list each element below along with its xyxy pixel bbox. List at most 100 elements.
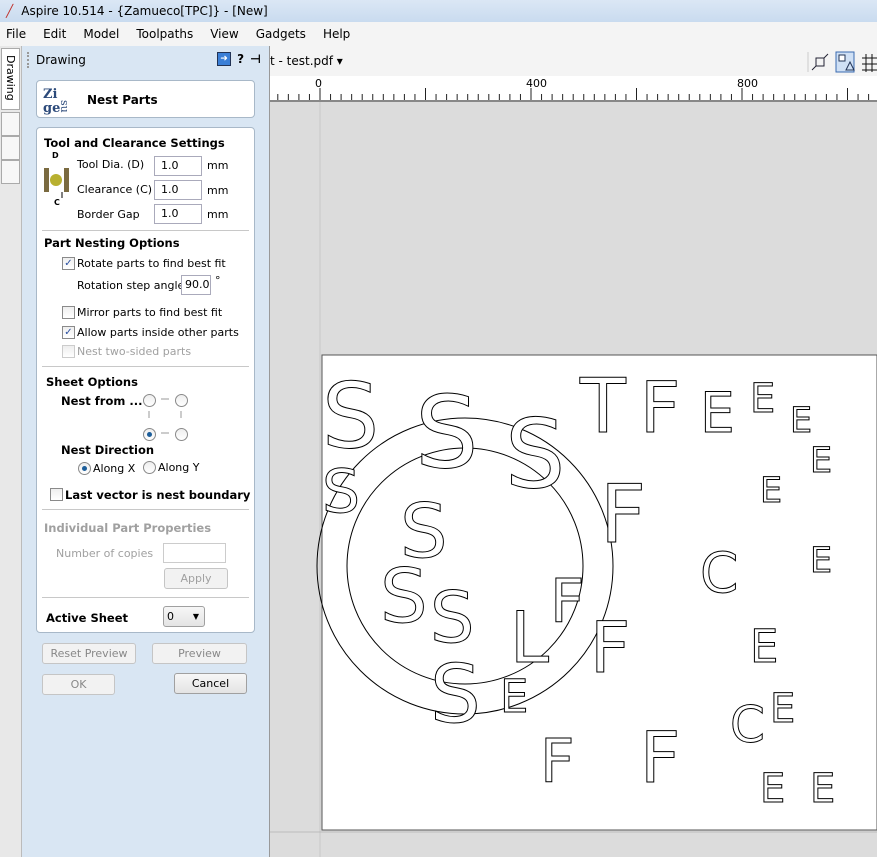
menu-file[interactable]: File [6, 27, 26, 41]
allow-inside-checkbox[interactable]: ✓ [62, 326, 75, 339]
clearance-input[interactable]: 1.0 [154, 180, 202, 200]
divider [42, 230, 249, 231]
ruler-label: 800 [737, 77, 758, 90]
divider [42, 509, 249, 510]
tool-section-heading: Tool and Clearance Settings [44, 136, 225, 150]
mirror-checkbox[interactable] [62, 306, 75, 319]
rotation-step-label: Rotation step angle [77, 279, 185, 292]
nested-part: S [430, 648, 481, 741]
nested-part: E [810, 441, 832, 481]
nested-part: E [810, 766, 835, 812]
border-gap-unit: mm [207, 208, 229, 221]
nested-part: C [730, 696, 765, 754]
copies-spinner[interactable] [163, 543, 226, 563]
fit-view-icon[interactable] [811, 53, 829, 71]
tab-2[interactable] [1, 112, 20, 136]
menu-edit[interactable]: Edit [43, 27, 66, 41]
nested-part: F [640, 367, 680, 449]
menu-toolpaths[interactable]: Toolpaths [136, 27, 193, 41]
panel-title: Nest Parts [87, 93, 158, 107]
nested-part: F [600, 468, 646, 561]
menu-model[interactable]: Model [83, 27, 119, 41]
tab-drawing-label: Drawing [4, 55, 17, 101]
active-sheet-label: Active Sheet [46, 611, 129, 625]
last-vector-label: Last vector is nest boundary [65, 488, 251, 502]
ok-button[interactable]: OK [42, 674, 115, 695]
two-sided-checkbox[interactable] [62, 345, 75, 358]
tab-3[interactable] [1, 136, 20, 160]
panel-header: Drawing ➜ ? ⊣ [22, 46, 269, 74]
nested-part: E [760, 471, 782, 511]
ruler-label: 400 [526, 77, 547, 90]
tab-4[interactable] [1, 160, 20, 184]
rotate-checkbox[interactable]: ✓ [62, 257, 75, 270]
reset-preview-button[interactable]: Reset Preview [42, 643, 136, 664]
menu-bar: File Edit Model Toolpaths View Gadgets H… [0, 22, 877, 46]
sheet-view-icon[interactable] [835, 51, 855, 73]
clearance-label: Clearance (C) [77, 183, 153, 196]
nested-part: T [579, 362, 627, 450]
nested-part: F [540, 727, 575, 797]
cancel-button[interactable]: Cancel [174, 673, 247, 694]
tab-drawing[interactable]: Drawing [1, 48, 20, 110]
menu-gadgets[interactable]: Gadgets [256, 27, 306, 41]
divider [42, 366, 249, 367]
apply-button[interactable]: Apply [164, 568, 228, 589]
diagram-c-label: C [54, 198, 60, 206]
nested-part: C [700, 541, 738, 605]
border-gap-input[interactable]: 1.0 [154, 204, 202, 224]
tool-dia-input[interactable]: 1.0 [154, 156, 202, 176]
degree-symbol: ° [215, 274, 221, 287]
panel-header-title: Drawing [36, 53, 86, 67]
nested-part: F [640, 717, 680, 799]
clearance-unit: mm [207, 184, 229, 197]
nested-part: E [750, 620, 778, 673]
menu-help[interactable]: Help [323, 27, 350, 41]
nest-parts-panel: Drawing ➜ ? ⊣ Zi ge su Nest Parts Tool a… [22, 46, 270, 857]
tool-clearance-diagram-icon: D C [44, 151, 69, 206]
document-tab-bar: t - test.pdf ▾ [270, 46, 877, 76]
nested-part: F [590, 607, 630, 689]
rotate-label: Rotate parts to find best fit [77, 257, 226, 270]
chevron-down-icon: ▼ [192, 612, 199, 621]
nested-part: E [770, 686, 795, 732]
nested-part: S [430, 577, 474, 659]
rotation-step-input[interactable]: 90.0 [181, 275, 211, 295]
along-x-radio[interactable] [78, 462, 91, 475]
tool-dia-unit: mm [207, 159, 229, 172]
help-icon[interactable]: ? [237, 52, 244, 66]
nested-part: E [750, 376, 775, 422]
drawing-canvas[interactable]: S SS SSS SS ET F E E EEEFCF EEFF E ELCEF [270, 102, 877, 857]
nested-part: E [810, 541, 832, 581]
nested-part: S [322, 364, 379, 469]
active-sheet-value: 0 [167, 610, 174, 623]
title-card: Zi ge su Nest Parts [36, 80, 255, 118]
nested-part: L [510, 597, 549, 679]
pin-icon[interactable]: ⊣ [250, 52, 261, 66]
view-toolbar [807, 51, 877, 73]
copies-label: Number of copies [56, 547, 154, 560]
document-tab[interactable]: t - test.pdf ▾ [270, 54, 343, 68]
ruler-label: 0 [315, 77, 322, 90]
collapse-arrow-icon[interactable]: ➜ [217, 52, 232, 66]
along-y-radio[interactable] [143, 461, 156, 474]
nesting-section-heading: Part Nesting Options [44, 236, 180, 250]
active-sheet-select[interactable]: 0 ▼ [163, 606, 205, 627]
settings-card: Tool and Clearance Settings D C Tool Dia… [36, 127, 255, 633]
grid-icon[interactable] [862, 54, 877, 72]
title-bar: ╱ Aspire 10.514 - {Zamueco[TPC]} - [New] [0, 0, 877, 22]
preview-button[interactable]: Preview [152, 643, 247, 664]
menu-view[interactable]: View [210, 27, 238, 41]
nest-from-label: Nest from ... [61, 394, 143, 408]
diagram-d-label: D [52, 151, 59, 160]
document-tab-label: t - test.pdf [270, 54, 333, 68]
drawing-canvas-area[interactable]: t - test.pdf ▾ 0 400 800 SSSSSSSSETFEEEEEF… [270, 46, 877, 857]
side-tab-strip: Drawing [0, 46, 22, 857]
last-vector-checkbox[interactable] [50, 488, 63, 501]
along-x-label: Along X [93, 462, 136, 475]
grip-icon [27, 52, 29, 68]
nest-from-connector-lines [148, 398, 182, 434]
nest-parts-icon: Zi ge su [43, 87, 71, 116]
window-title: Aspire 10.514 - {Zamueco[TPC]} - [New] [21, 4, 268, 18]
nested-part: S [380, 552, 428, 640]
